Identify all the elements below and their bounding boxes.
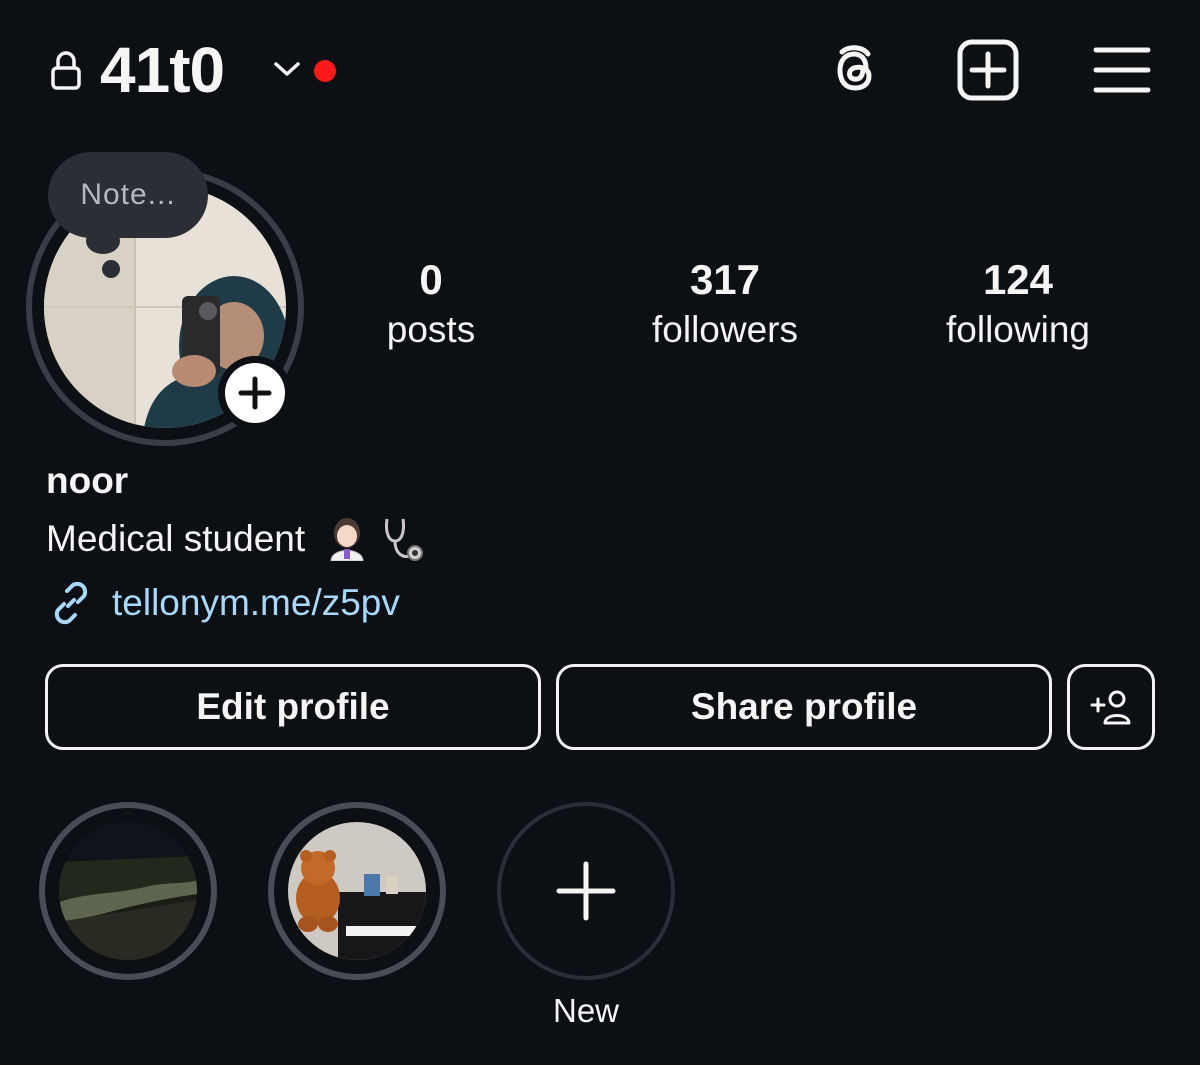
- woman-health-worker-emoji: [330, 518, 364, 561]
- stat-posts[interactable]: 0 posts: [311, 256, 551, 354]
- stat-following[interactable]: 124 following: [898, 256, 1138, 354]
- notification-dot: [314, 60, 336, 82]
- edit-profile-button[interactable]: Edit profile: [45, 664, 541, 750]
- followers-label: followers: [652, 309, 798, 350]
- highlight-2-image: [288, 822, 426, 960]
- add-person-icon: [1090, 690, 1131, 725]
- story-highlight-2[interactable]: [268, 802, 446, 980]
- plus-icon: [238, 376, 272, 410]
- plus-icon: [556, 861, 616, 921]
- menu-icon[interactable]: [1092, 42, 1152, 98]
- following-count: 124: [982, 256, 1054, 303]
- discover-people-button[interactable]: [1067, 664, 1155, 750]
- add-story-button[interactable]: [218, 356, 292, 430]
- profile-link-text: tellonym.me/z5pv: [112, 582, 400, 623]
- note-placeholder: Note...: [80, 178, 176, 211]
- username[interactable]: 41t0: [100, 34, 225, 106]
- display-name: noor: [46, 460, 129, 501]
- link-icon: [54, 581, 88, 625]
- chevron-down-icon[interactable]: [272, 58, 302, 80]
- create-icon[interactable]: [956, 38, 1020, 102]
- stat-followers[interactable]: 317 followers: [605, 256, 845, 354]
- note-bubble[interactable]: Note...: [48, 152, 208, 238]
- highlight-1-image: [59, 822, 197, 960]
- new-highlight-button[interactable]: [497, 802, 675, 980]
- stethoscope-emoji: [385, 518, 424, 561]
- posts-count: 0: [419, 256, 443, 303]
- story-highlight-1[interactable]: [39, 802, 217, 980]
- lock-icon: [51, 51, 81, 90]
- share-profile-button[interactable]: Share profile: [556, 664, 1052, 750]
- threads-icon[interactable]: [822, 38, 886, 102]
- bio: Medical student: [46, 515, 427, 563]
- note-bubble-tail-dot: [102, 260, 120, 278]
- new-highlight-label: New: [552, 992, 620, 1029]
- posts-label: posts: [386, 309, 476, 350]
- followers-count: 317: [689, 256, 761, 303]
- bio-text: Medical student: [46, 518, 306, 559]
- following-label: following: [946, 309, 1090, 350]
- profile-link[interactable]: tellonym.me/z5pv: [46, 578, 400, 628]
